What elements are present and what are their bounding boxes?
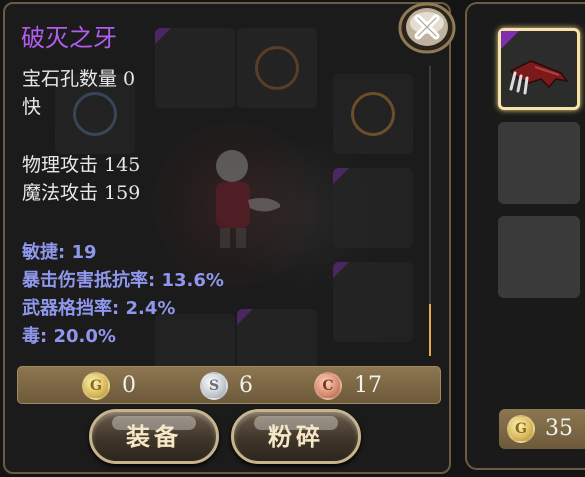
background-slot	[237, 28, 317, 108]
physical-attack: 物理攻击 145	[22, 154, 141, 176]
magic-attack: 魔法攻击 159	[22, 182, 141, 204]
bonus-stat: 毒: 20.0%	[22, 326, 116, 347]
silver-coin-icon: S	[200, 372, 228, 400]
price-silver: 6	[239, 373, 253, 398]
item-tooltip-panel: 破灭之牙 宝石孔数量 0 快 物理攻击 145 魔法攻击 159 敏捷: 19 …	[3, 2, 451, 474]
background-slot	[333, 168, 413, 248]
claw-weapon-icon	[509, 60, 569, 95]
gold-coin-icon: G	[82, 372, 110, 400]
price-bar: G 0 S 6 C 17	[17, 366, 441, 404]
equip-button-label: 装备	[126, 422, 182, 451]
price-copper: 17	[354, 373, 382, 398]
bonus-stat: 暴击伤害抵抗率: 13.6%	[22, 270, 224, 291]
smash-button[interactable]: 粉碎	[231, 409, 361, 464]
close-x-icon	[398, 2, 456, 54]
background-slot	[333, 262, 413, 342]
gold-coin-icon: G	[507, 415, 535, 443]
side-gold-display: G 35	[499, 409, 585, 449]
close-button[interactable]	[398, 2, 456, 54]
price-gold: 0	[122, 373, 136, 398]
attack-speed: 快	[22, 96, 42, 118]
background-slot	[155, 28, 235, 108]
equip-button[interactable]: 装备	[89, 409, 219, 464]
scrollbar-thumb[interactable]	[429, 304, 431, 356]
inventory-slot-empty[interactable]	[498, 122, 580, 204]
gem-slot-count: 宝石孔数量 0	[22, 68, 136, 90]
smash-button-label: 粉碎	[268, 422, 324, 451]
item-name: 破灭之牙	[21, 24, 117, 52]
bonus-stat: 武器格挡率: 2.4%	[22, 298, 176, 319]
copper-coin-icon: C	[314, 372, 342, 400]
side-gold-amount: 35	[545, 416, 573, 441]
inventory-slot-selected-weapon[interactable]	[498, 28, 580, 110]
inventory-slot-empty[interactable]	[498, 216, 580, 298]
character-silhouette-icon	[216, 150, 280, 248]
background-slot	[333, 74, 413, 154]
inventory-side-panel: G 35	[465, 2, 585, 470]
bonus-stat: 敏捷: 19	[22, 242, 97, 263]
